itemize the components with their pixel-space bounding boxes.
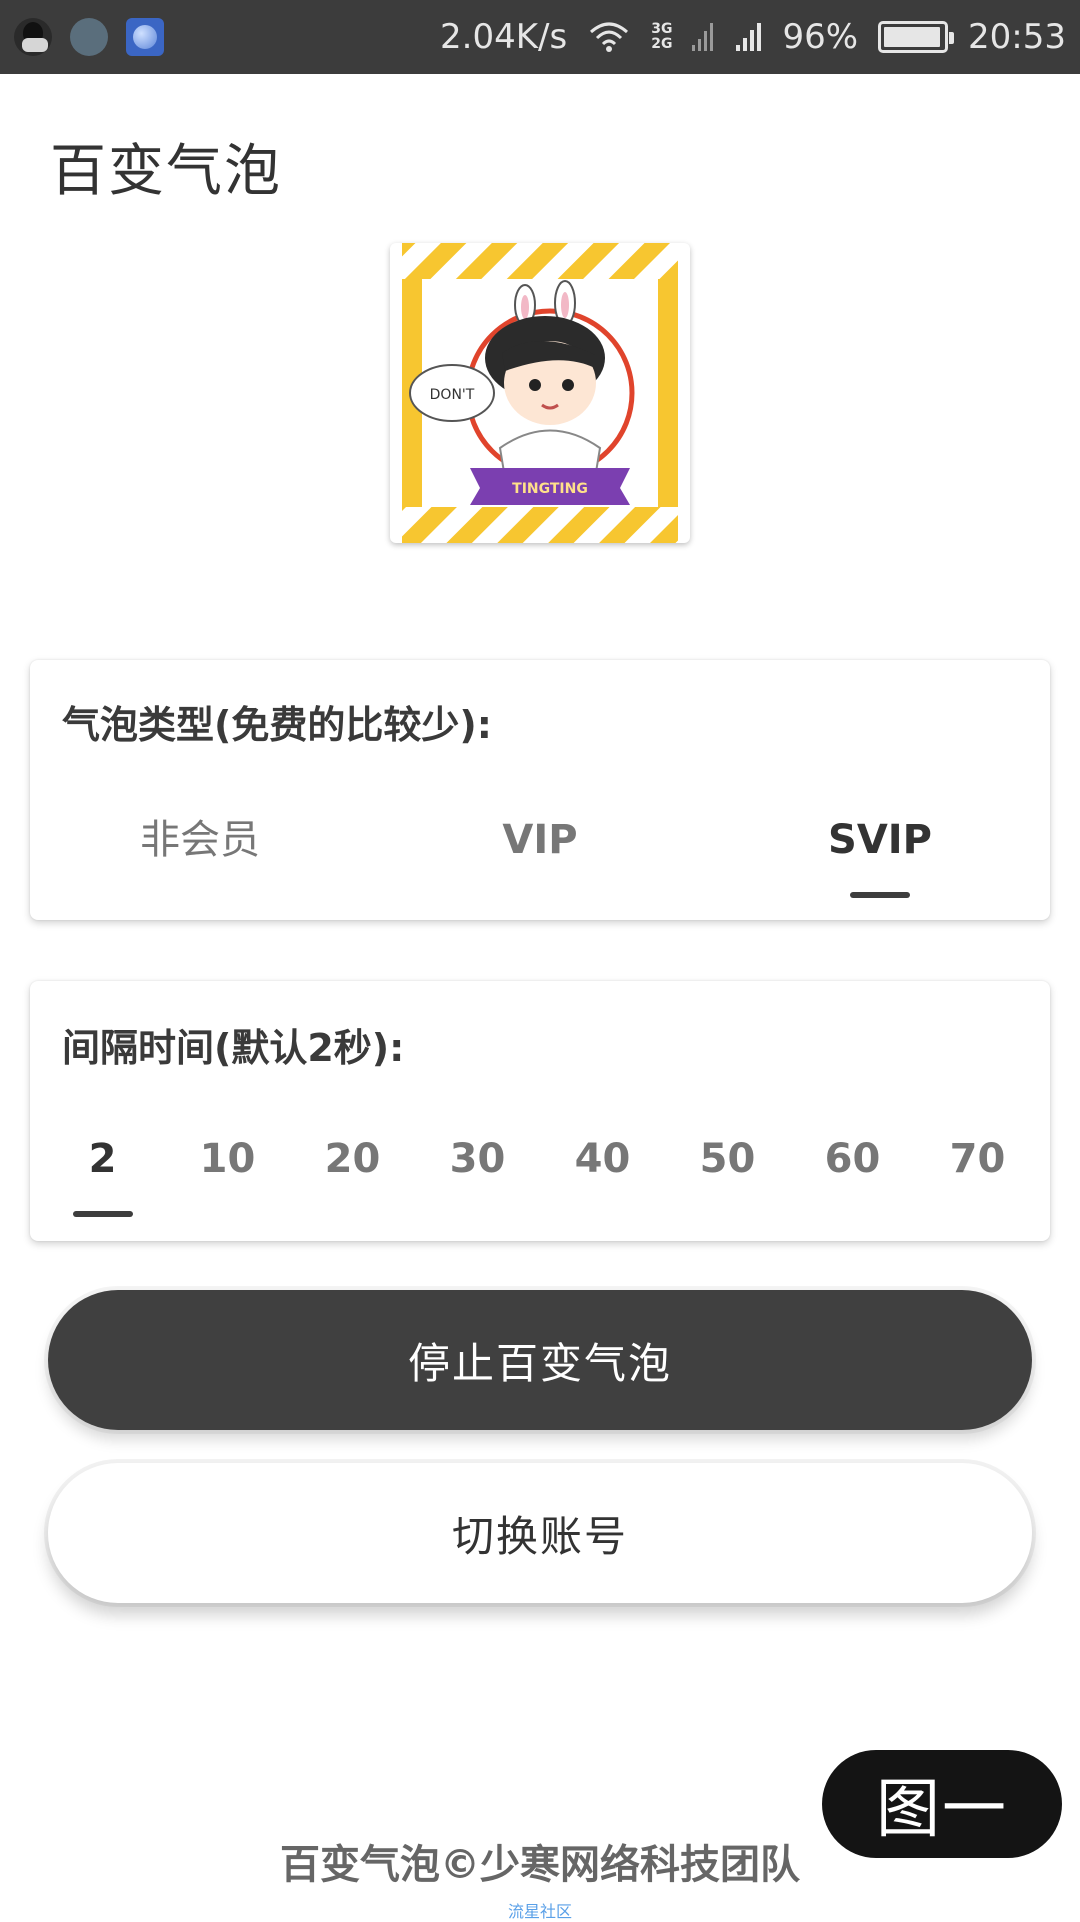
bubble-type-card: 气泡类型(免费的比较少): 非会员 VIP SVIP	[30, 660, 1050, 920]
footer-copyright: 百变气泡©少寒网络科技团队	[280, 1842, 800, 1888]
avatar-image: DON'T TINGTING	[402, 243, 678, 543]
status-bar: 2.04K/s 3G 2G 96% 20:53	[0, 0, 1080, 74]
tab-non-member[interactable]: 非会员	[30, 800, 370, 880]
tab-indicator	[72, 1211, 133, 1217]
tab-interval-70[interactable]: 70	[915, 1119, 1040, 1199]
tab-interval-20[interactable]: 20	[290, 1119, 415, 1199]
stop-bubble-button[interactable]: 停止百变气泡	[48, 1290, 1032, 1430]
clock: 20:53	[968, 17, 1066, 57]
network-speed: 2.04K/s	[440, 17, 568, 57]
wifi-icon	[587, 20, 631, 54]
bubble-preview-avatar[interactable]: DON'T TINGTING	[390, 243, 690, 543]
tab-svip[interactable]: SVIP	[710, 800, 1050, 898]
watermark-text: 流星社区	[507, 1902, 572, 1921]
tab-interval-10[interactable]: 10	[165, 1119, 290, 1199]
tab-interval-50[interactable]: 50	[665, 1119, 790, 1199]
signal-icon-sim2	[736, 21, 762, 53]
battery-percent: 96%	[782, 17, 859, 57]
interval-title: 间隔时间(默认2秒):	[62, 1026, 405, 1070]
tab-interval-40[interactable]: 40	[540, 1119, 665, 1199]
svg-text:TINGTING: TINGTING	[512, 481, 588, 497]
battery-level	[884, 27, 940, 47]
tab-interval-2[interactable]: 2	[40, 1119, 165, 1217]
interval-tabs: 2 10 20 30 40 50 60 70	[30, 1119, 1050, 1217]
screenshot-notification-icon	[70, 18, 108, 56]
bubble-type-title: 气泡类型(免费的比较少):	[62, 703, 492, 747]
svg-text:DON'T: DON'T	[430, 387, 475, 403]
page-title: 百变气泡	[50, 139, 282, 204]
signal-icon-sim1	[692, 21, 716, 53]
switch-account-button[interactable]: 切换账号	[48, 1463, 1032, 1603]
network-type-label: 3G 2G	[651, 21, 673, 52]
tab-interval-60[interactable]: 60	[790, 1119, 915, 1199]
qq-notification-icon	[14, 18, 52, 56]
interval-card: 间隔时间(默认2秒): 2 10 20 30 40 50 60 70	[30, 981, 1050, 1241]
bubble-type-tabs: 非会员 VIP SVIP	[30, 800, 1050, 898]
battery-icon	[878, 21, 955, 53]
app-notification-icon	[126, 18, 164, 56]
tab-vip[interactable]: VIP	[370, 800, 710, 880]
tab-indicator	[850, 892, 910, 898]
tab-interval-30[interactable]: 30	[415, 1119, 540, 1199]
